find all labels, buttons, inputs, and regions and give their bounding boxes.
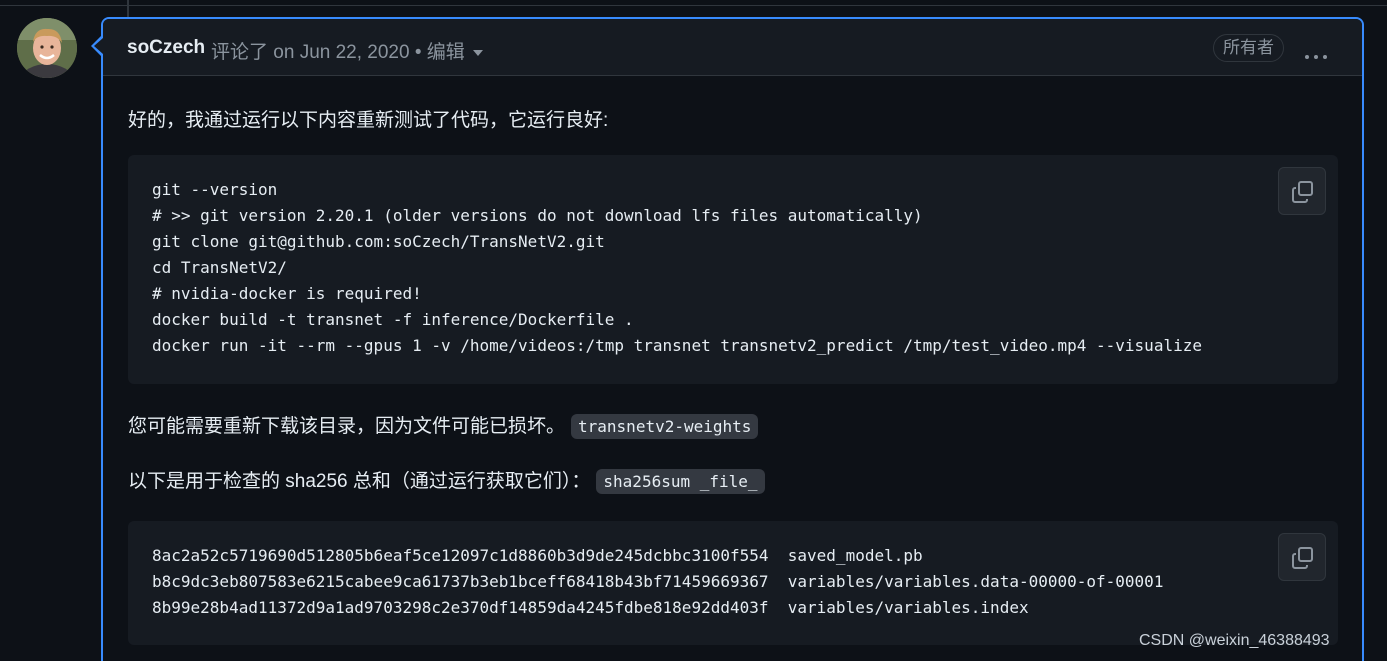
kebab-horizontal-icon[interactable] [1305, 46, 1335, 59]
redownload-label: 您可能需要重新下载该目录，因为文件可能已损坏。 [128, 416, 566, 437]
owner-badge: 所有者 [1213, 34, 1284, 62]
code-block-commands: git --version # >> git version 2.20.1 (o… [128, 155, 1338, 384]
comment-meta[interactable]: 评论了 on Jun 22, 2020 • 编辑 [211, 37, 483, 64]
user-avatar[interactable] [17, 18, 77, 78]
avatar-image [17, 18, 77, 78]
inline-code-sha256sum: sha256sum _file_ [596, 469, 765, 495]
copy-icon [1292, 181, 1313, 203]
comment-meta-text: 评论了 on Jun 22, 2020 • 编辑 [211, 42, 465, 63]
code-commands: git --version # >> git version 2.20.1 (o… [152, 180, 1202, 355]
sha-text: 以下是用于检查的 sha256 总和（通过运行获取它们）： sha256sum _… [128, 466, 765, 495]
sha-label: 以下是用于检查的 sha256 总和（通过运行获取它们）： [128, 471, 591, 492]
redownload-text: 您可能需要重新下载该目录，因为文件可能已损坏。 transnetv2-weight… [128, 411, 759, 440]
code-block-checksums: 8ac2a52c5719690d512805b6eaf5ce12097c1d88… [128, 521, 1338, 645]
intro-text: 好的，我通过运行以下内容重新测试了代码，它运行良好: [128, 110, 609, 131]
copy-button-checksums[interactable] [1278, 533, 1326, 581]
copy-button[interactable] [1278, 167, 1326, 215]
comment-card: soCzech 评论了 on Jun 22, 2020 • 编辑 所有者 好的，… [101, 17, 1364, 661]
inline-code-weights: transnetv2-weights [571, 414, 759, 440]
copy-icon [1292, 547, 1313, 569]
watermark: CSDN @weixin_46388493 [1139, 632, 1330, 649]
comment-pointer-fill [94, 38, 103, 54]
triangle-down-icon[interactable] [472, 49, 483, 56]
author-link[interactable]: soCzech [127, 37, 205, 59]
code-checksums: 8ac2a52c5719690d512805b6eaf5ce12097c1d88… [152, 546, 1164, 617]
top-divider [0, 5, 1387, 6]
comment-header: soCzech 评论了 on Jun 22, 2020 • 编辑 所有者 [103, 19, 1362, 76]
page: soCzech 评论了 on Jun 22, 2020 • 编辑 所有者 好的，… [0, 0, 1387, 661]
